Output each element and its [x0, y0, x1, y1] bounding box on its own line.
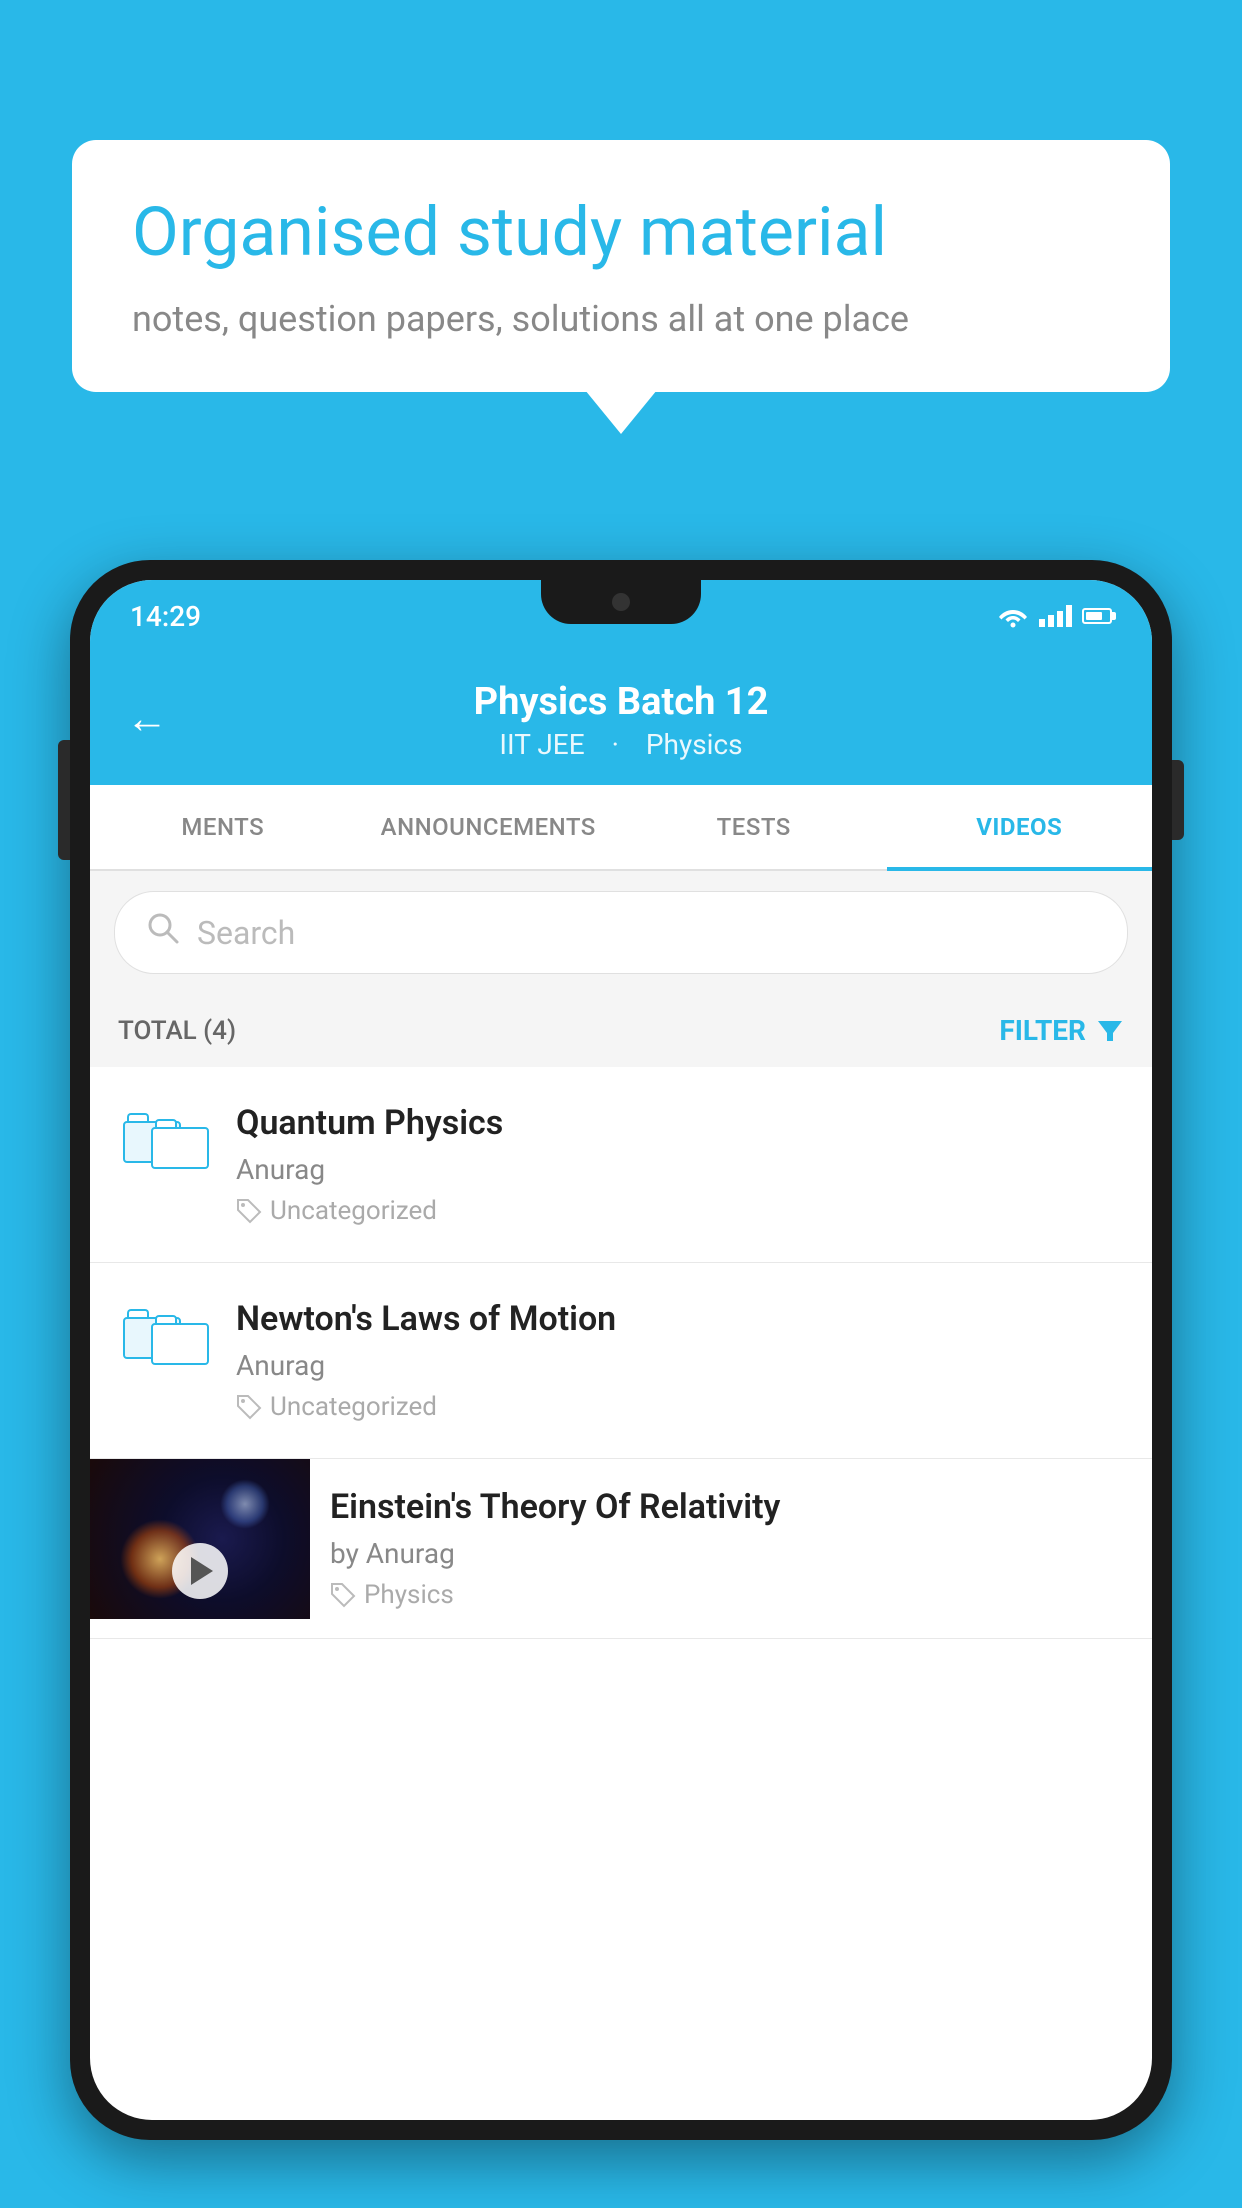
filter-button[interactable]: FILTER — [999, 1014, 1124, 1047]
video-author: Anurag — [236, 1153, 1124, 1186]
header-subtitle-part2: Physics — [646, 728, 743, 761]
filter-label: FILTER — [999, 1014, 1086, 1047]
video-info: Quantum Physics Anurag Uncategorized — [236, 1103, 1124, 1226]
filter-bar: TOTAL (4) FILTER — [90, 994, 1152, 1067]
video-title: Einstein's Theory Of Relativity — [330, 1487, 1132, 1527]
battery-icon — [1082, 608, 1112, 624]
folder-icon — [123, 1109, 203, 1177]
tab-ments[interactable]: MENTS — [90, 785, 356, 869]
bubble-title: Organised study material — [132, 192, 1110, 274]
video-author: by Anurag — [330, 1537, 1132, 1570]
search-container: Search — [90, 871, 1152, 994]
video-tag: Uncategorized — [236, 1392, 1124, 1422]
folder-icon-container — [118, 1103, 208, 1177]
video-tag: Physics — [330, 1580, 1132, 1610]
play-button[interactable] — [172, 1543, 228, 1599]
video-title: Newton's Laws of Motion — [236, 1299, 1124, 1339]
app-header: ← Physics Batch 12 IIT JEE · Physics — [90, 652, 1152, 785]
tag-icon — [330, 1582, 356, 1608]
tag-icon — [236, 1198, 262, 1224]
phone-outer: 14:29 — [70, 560, 1172, 2140]
thumbnail-container — [90, 1459, 310, 1619]
status-time: 14:29 — [130, 600, 201, 633]
phone-screen: 14:29 — [90, 580, 1152, 2120]
status-icons — [997, 604, 1112, 628]
speech-bubble-container: Organised study material notes, question… — [72, 140, 1170, 392]
signal-icon — [1039, 605, 1072, 627]
video-author: Anurag — [236, 1349, 1124, 1382]
total-count: TOTAL (4) — [118, 1016, 236, 1046]
tab-announcements[interactable]: ANNOUNCEMENTS — [356, 785, 622, 869]
search-icon — [145, 910, 181, 955]
tab-bar: MENTS ANNOUNCEMENTS TESTS VIDEOS — [90, 785, 1152, 871]
notch — [541, 580, 701, 624]
folder-icon-container — [118, 1299, 208, 1373]
list-item[interactable]: Newton's Laws of Motion Anurag Uncategor… — [90, 1263, 1152, 1459]
back-button[interactable]: ← — [126, 694, 168, 743]
list-item[interactable]: Quantum Physics Anurag Uncategorized — [90, 1067, 1152, 1263]
video-info: Einstein's Theory Of Relativity by Anura… — [310, 1459, 1152, 1638]
phone-container: 14:29 — [70, 560, 1172, 2208]
header-title: Physics Batch 12 — [130, 680, 1112, 724]
play-triangle-icon — [191, 1557, 213, 1585]
speech-bubble: Organised study material notes, question… — [72, 140, 1170, 392]
list-item[interactable]: Einstein's Theory Of Relativity by Anura… — [90, 1459, 1152, 1639]
search-placeholder: Search — [197, 914, 295, 952]
header-subtitle-part1: IIT JEE — [499, 728, 584, 761]
video-title: Quantum Physics — [236, 1103, 1124, 1143]
tab-videos[interactable]: VIDEOS — [887, 785, 1153, 869]
tag-label: Uncategorized — [270, 1392, 437, 1422]
status-bar: 14:29 — [90, 580, 1152, 652]
tag-label: Physics — [364, 1580, 454, 1610]
folder-icon — [123, 1305, 203, 1373]
bubble-subtitle: notes, question papers, solutions all at… — [132, 298, 1110, 340]
camera-dot — [612, 593, 630, 611]
tag-label: Uncategorized — [270, 1196, 437, 1226]
glow-effect-2 — [220, 1479, 270, 1529]
search-bar[interactable]: Search — [114, 891, 1128, 974]
tab-tests[interactable]: TESTS — [621, 785, 887, 869]
tag-icon — [236, 1394, 262, 1420]
video-info: Newton's Laws of Motion Anurag Uncategor… — [236, 1299, 1124, 1422]
video-tag: Uncategorized — [236, 1196, 1124, 1226]
wifi-icon — [997, 604, 1029, 628]
filter-funnel-icon — [1096, 1017, 1124, 1045]
header-subtitle: IIT JEE · Physics — [130, 728, 1112, 761]
